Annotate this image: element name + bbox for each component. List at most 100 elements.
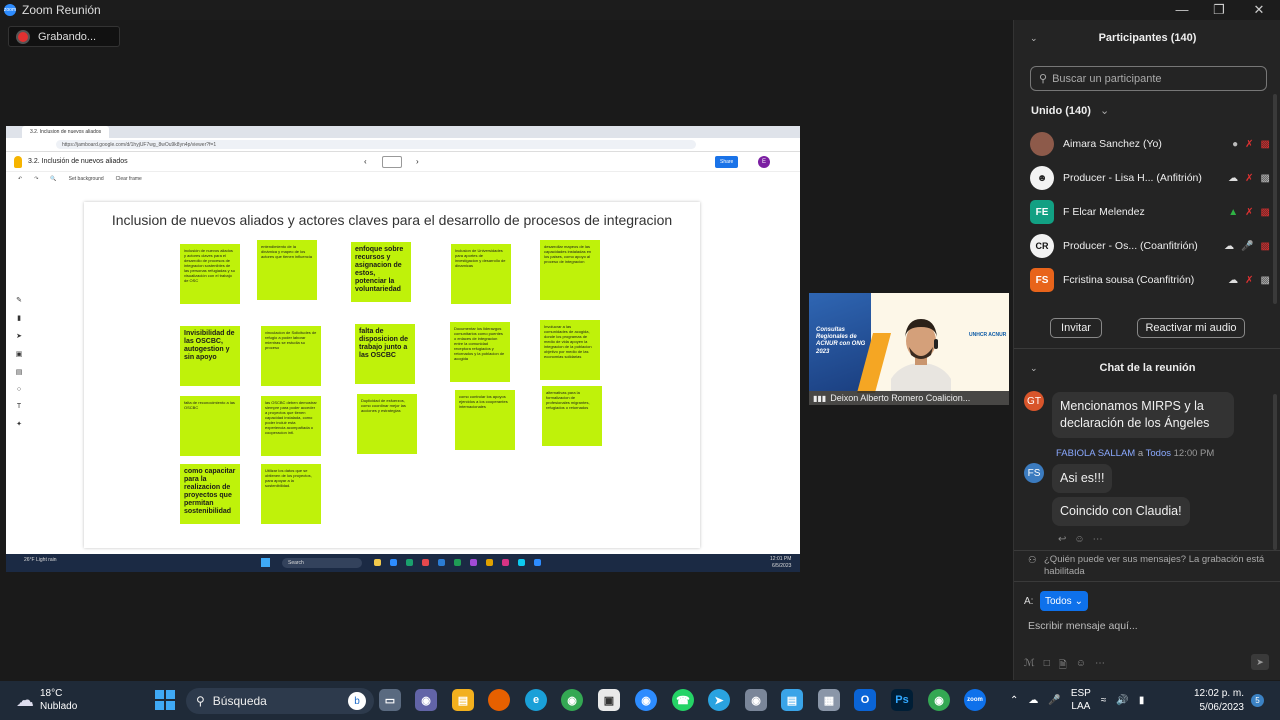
file-icon[interactable]: 🗎 (1059, 658, 1067, 675)
recording-indicator[interactable]: Grabando... (8, 26, 120, 47)
maximize-button[interactable]: ❐ (1209, 2, 1229, 18)
whatsapp-icon[interactable]: ☎ (672, 689, 694, 711)
zoom-app-icon[interactable]: zoom (964, 689, 986, 711)
store-icon[interactable]: ▣ (598, 689, 620, 711)
sticky-note[interactable]: Utilizar los datos que se obtienen de lo… (261, 464, 321, 524)
wifi-icon[interactable]: ≈ (1101, 695, 1107, 706)
sticky-note-icon[interactable]: ▣ (16, 350, 23, 358)
browser-icon[interactable]: ◉ (635, 689, 657, 711)
select-icon[interactable]: ➤ (16, 332, 22, 340)
sticky-note[interactable]: enfoque sobre recursos y asignacion de e… (351, 242, 411, 302)
language-indicator[interactable]: ESP LAA (1071, 687, 1091, 713)
microphone-icon[interactable]: 🎤 (1048, 695, 1060, 706)
sticky-note[interactable]: alternativas para la formalizacion de pr… (542, 386, 602, 446)
sticky-note[interactable]: falta de reconocimiento a las OSCBC (180, 396, 240, 456)
screenshot-icon[interactable]: □ (1044, 658, 1050, 675)
sticky-note[interactable]: vinculacion de Solicitudes de refugio a … (261, 326, 321, 386)
url-field[interactable]: https://jamboard.google.com/d/1hyjUF7wg_… (56, 140, 696, 149)
laser-icon[interactable]: ✦ (16, 420, 22, 428)
file-explorer-icon[interactable]: ▤ (452, 689, 474, 711)
video-off-icon[interactable]: ▩ (1261, 207, 1270, 218)
sticky-note[interactable]: Inclusion de Universidades para aportes … (451, 244, 511, 304)
video-tile[interactable]: Consultas Regionales de ACNUR con ONG 20… (809, 293, 1009, 405)
sticky-note[interactable]: falta de disposicion de trabajo junto a … (355, 324, 415, 384)
sticky-note[interactable]: Duplicidad de esfuerzos, como coordinar … (357, 394, 417, 454)
eraser-icon[interactable]: ▮ (17, 314, 21, 322)
circle-icon[interactable]: ○ (17, 386, 21, 393)
sticky-note[interactable]: Documentar los liderazgos comunitarios c… (450, 322, 510, 382)
more-icon[interactable]: ⋯ (1093, 534, 1103, 545)
video-icon[interactable]: ▩ (1261, 173, 1270, 184)
participant-search-input[interactable]: ⚲ Buscar un participante (1030, 66, 1267, 91)
start-button[interactable] (155, 690, 175, 710)
set-background-button[interactable]: Set background (69, 176, 104, 182)
sticky-note[interactable]: entendimiento de la dinámica y mapeo de … (257, 240, 317, 300)
volume-icon[interactable]: 🔊 (1116, 695, 1128, 706)
outlook-icon[interactable]: O (854, 689, 876, 711)
pen-icon[interactable]: ✎ (16, 296, 22, 304)
weather-widget[interactable]: ☁ 18°C Nublado (16, 687, 77, 713)
video-off-icon[interactable]: ▩ (1261, 241, 1270, 252)
chat-visibility-notice[interactable]: ⚇ ¿Quién puede ver sus mensajes? La grab… (1026, 554, 1271, 579)
sticky-note[interactable]: como controlar los apoyos ejercidos a lo… (455, 390, 515, 450)
clear-frame-button[interactable]: Clear frame (116, 176, 142, 182)
firefox-icon[interactable] (488, 689, 510, 711)
participant-row[interactable]: FE F Elcar Melendez ▲ ✗ ▩ (1030, 198, 1270, 226)
task-view-icon[interactable]: ▭ (379, 689, 401, 711)
sticky-note[interactable]: las OSCBC deben demostrar siempre para p… (261, 396, 321, 456)
redo-icon[interactable]: ↷ (34, 176, 38, 182)
image-icon[interactable]: ▤ (16, 368, 23, 376)
mic-icon[interactable]: 🎤 (1241, 241, 1253, 252)
video-off-icon[interactable]: ▩ (1261, 139, 1270, 150)
close-button[interactable]: ✕ (1249, 2, 1269, 18)
calculator-icon[interactable]: ▦ (818, 689, 840, 711)
next-frame-icon[interactable]: › (416, 157, 419, 166)
chrome-profile-icon[interactable]: ◉ (928, 689, 950, 711)
unmute-button[interactable]: Reactivar mi audio (1137, 318, 1245, 338)
telegram-icon[interactable]: ➤ (708, 689, 730, 711)
sticky-note[interactable]: como capacitar para la realizacion de pr… (180, 464, 240, 524)
minimize-button[interactable]: — (1172, 2, 1192, 17)
send-button[interactable]: ➤ (1251, 654, 1269, 670)
prev-frame-icon[interactable]: ‹ (364, 157, 367, 166)
sticky-note[interactable]: inclusión de nuevos aliados y actores cl… (180, 244, 240, 304)
participant-row[interactable]: FS Fcristina sousa (Coanfitrión) ☁ ✗ ▩ (1030, 266, 1270, 294)
sticky-note[interactable]: Involucrar a las comunidades de acogida,… (540, 320, 600, 380)
notes-app-icon[interactable]: ▤ (781, 689, 803, 711)
participants-scrollbar[interactable] (1273, 94, 1277, 304)
chrome-icon[interactable]: ◉ (561, 689, 583, 711)
textbox-icon[interactable]: T (17, 403, 21, 410)
share-button[interactable]: Share (715, 156, 739, 168)
participant-row[interactable]: ☻ Producer - Lisa H... (Anfitrión) ☁ ✗ ▩ (1030, 164, 1270, 192)
mic-muted-icon[interactable]: ✗ (1245, 207, 1253, 218)
teams-chat-icon[interactable]: ◉ (415, 689, 437, 711)
taskbar-search[interactable]: ⚲ Búsqueda b (186, 688, 374, 714)
format-icon[interactable]: ℳ (1024, 658, 1035, 675)
zoom-icon[interactable]: 🔍 (50, 176, 56, 182)
mic-muted-icon[interactable]: ✗ (1245, 275, 1253, 286)
edge-icon[interactable]: e (525, 689, 547, 711)
chat-scrollbar[interactable] (1273, 394, 1277, 550)
battery-icon[interactable]: ▮ (1139, 695, 1145, 706)
chevron-up-icon[interactable]: ⌃ (1010, 695, 1018, 706)
taskbar-clock[interactable]: 12:02 p. m. 5/06/2023 (1192, 687, 1244, 714)
emoji-reaction-icon[interactable]: ☺ (1074, 534, 1084, 545)
undo-icon[interactable]: ↶ (18, 176, 22, 182)
browser-tab[interactable]: 3.2. Inclusion de nuevos aliados (22, 126, 110, 138)
participant-row[interactable]: Aimara Sanchez (Yo) ● ✗ ▩ (1030, 130, 1270, 158)
chat-recipient-dropdown[interactable]: Todos ⌄ (1040, 591, 1088, 611)
chat-message-input[interactable]: Escribir mensaje aquí... (1028, 616, 1268, 636)
participant-group-header[interactable]: Unido (140) ⌄ (1031, 104, 1109, 117)
participant-row[interactable]: CR Producer - Os... (Coanfitrión) ☁ 🎤 ▩ (1030, 232, 1270, 260)
invite-button[interactable]: Invitar (1050, 318, 1102, 338)
emoji-icon[interactable]: ☺ (1076, 658, 1086, 675)
camera-icon[interactable]: ◉ (745, 689, 767, 711)
mic-muted-icon[interactable]: ✗ (1245, 139, 1253, 150)
more-icon[interactable]: ⋯ (1095, 658, 1105, 675)
user-avatar[interactable]: E (758, 156, 770, 168)
reply-icon[interactable]: ↩ (1058, 534, 1066, 545)
sticky-note[interactable]: Invisibilidad de las OSCBC, autogestion … (180, 326, 240, 386)
mic-muted-icon[interactable]: ✗ (1245, 173, 1253, 184)
frame-thumbnail[interactable] (382, 156, 402, 168)
video-icon[interactable]: ▩ (1261, 275, 1270, 286)
